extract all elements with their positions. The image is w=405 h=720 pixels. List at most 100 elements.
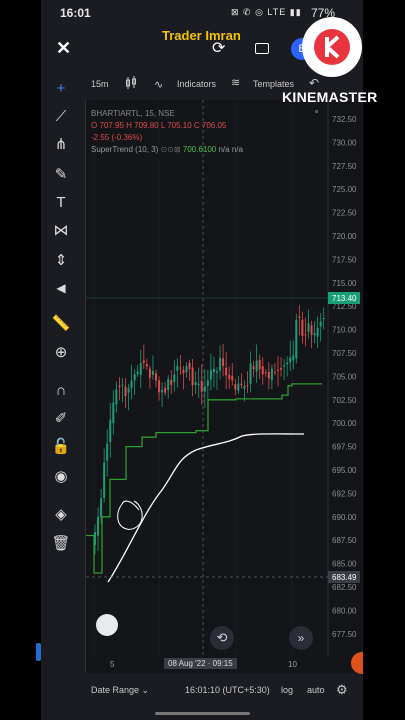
candle-body <box>258 360 261 370</box>
candle-body <box>240 383 243 386</box>
candle-body <box>106 443 109 461</box>
indicators-button[interactable]: Indicators <box>177 79 216 89</box>
pitchfork-icon[interactable]: ⋔ <box>50 134 72 156</box>
magnet-icon[interactable]: ∩ <box>50 380 72 402</box>
layers-icon[interactable]: ◈ <box>50 504 72 526</box>
ohlc-values: O 707.95 H 709.80 L 705.10 C 706.05 <box>91 121 227 130</box>
price-axis: 732.50 730.00 727.50 725.00 722.50 720.00 717.… <box>332 115 357 639</box>
candle-body <box>237 383 240 391</box>
candle-body <box>173 374 176 382</box>
price-tick-label: 702.50 <box>332 396 357 405</box>
candle-body <box>252 366 255 370</box>
candle-body <box>310 325 313 335</box>
trend-line-icon[interactable]: ⟋ <box>50 106 72 128</box>
candle-body <box>161 389 164 393</box>
price-tick-label: 687.50 <box>332 536 357 545</box>
candle-body <box>167 379 170 390</box>
price-tick-label: 720.00 <box>332 232 357 241</box>
log-scale-toggle[interactable]: log <box>281 685 293 695</box>
price-tick-label: 717.50 <box>332 255 357 264</box>
kinemaster-watermark: KINEMASTER <box>282 89 378 105</box>
trash-icon[interactable]: 🗑 <box>50 533 72 555</box>
reset-chart-button[interactable]: ⟲ <box>210 626 234 650</box>
price-tick-label: 692.50 <box>332 489 357 498</box>
indicator-value: 700.6100 <box>182 145 217 154</box>
scroll-to-realtime-button[interactable]: » <box>289 626 313 650</box>
candle-body <box>127 388 130 393</box>
legend-menu-icon[interactable] <box>315 110 318 113</box>
date-range-label: Date Range <box>91 685 140 695</box>
templates-icon[interactable]: ≋ <box>231 76 240 89</box>
date-range-button[interactable]: Date Range ⌄ <box>91 685 149 696</box>
zoom-in-icon[interactable]: ⊕ <box>50 342 72 364</box>
chart-clock[interactable]: 16:01:10 (UTC+5:30) <box>185 685 270 695</box>
candle-body <box>148 368 151 378</box>
tradingview-logo <box>96 614 118 636</box>
candle-body <box>316 327 319 337</box>
candle-body <box>121 384 124 386</box>
candle-body <box>182 369 185 374</box>
supertrend-legend[interactable]: SuperTrend (10, 3) ⊙⊙⊠ 700.6100 n/a n/a <box>91 144 243 156</box>
candle-body <box>139 363 142 375</box>
candle-body <box>231 375 234 381</box>
time-axis[interactable]: 5 08 Aug '22 · 09:15 10 <box>86 657 362 673</box>
side-panel-handle[interactable] <box>36 643 41 661</box>
text-tool-icon[interactable]: T <box>50 192 72 214</box>
status-time: 16:01 <box>60 6 91 20</box>
crosshair-time-label: 08 Aug '22 · 09:15 <box>164 658 237 669</box>
kinemaster-k-icon <box>314 29 350 65</box>
candle-body <box>225 367 228 376</box>
price-tick-label: 715.00 <box>332 279 357 288</box>
unlock-icon[interactable]: 🔓 <box>50 436 72 458</box>
chart-canvas[interactable]: 732.50 730.00 727.50 725.00 722.50 720.00 717.… <box>86 100 362 673</box>
candle-body <box>295 319 298 359</box>
gear-icon[interactable]: ⚙ <box>336 682 348 698</box>
candle-body <box>176 365 179 371</box>
undo-icon[interactable]: ↶ <box>309 76 319 90</box>
candle-body <box>322 318 325 320</box>
drawing-toolbar: + ⟋ ⋔ ✎ T ⋈ ⇕ ◀ 📏 ⊕ ∩ ✐ 🔓 ◉ ◈ 🗑 <box>41 72 81 572</box>
candle-body <box>191 367 194 386</box>
pattern-icon[interactable]: ⋈ <box>50 220 72 242</box>
candle-body <box>142 360 145 363</box>
measure-icon[interactable]: ⇕ <box>50 250 72 272</box>
candle-body <box>115 389 118 405</box>
indicator-na: n/a n/a <box>218 145 243 154</box>
price-tick-label: 700.00 <box>332 419 357 428</box>
price-tick-label: 725.00 <box>332 185 357 194</box>
candle-body <box>188 362 191 369</box>
supertrend-line <box>86 383 322 574</box>
refresh-icon[interactable]: ⟳ <box>212 38 225 58</box>
candle-body <box>249 363 252 384</box>
price-chart[interactable]: 732.50 730.00 727.50 725.00 722.50 720.00 717.… <box>85 100 362 673</box>
fullscreen-icon[interactable] <box>255 43 269 54</box>
candlestick-icon[interactable] <box>125 76 137 90</box>
lock-drawing-icon[interactable]: ✐ <box>50 408 72 430</box>
video-overlay-title: Trader Imran <box>162 28 241 43</box>
close-icon[interactable]: ✕ <box>56 38 71 59</box>
trading-app: 16:01 ⊠ ✆ ◎ LTE ▮▮ 77% ✕ Trader Imran ⟳ … <box>41 0 363 720</box>
candle-body <box>100 498 103 517</box>
indicator-controls-icon[interactable]: ⊙⊙⊠ <box>161 145 181 154</box>
crosshair-icon[interactable]: + <box>50 78 72 100</box>
candle-body <box>97 516 100 536</box>
candle-body <box>219 357 222 371</box>
collapse-arrow-icon[interactable]: ◀ <box>50 277 72 299</box>
gesture-bar[interactable] <box>155 712 250 715</box>
candle-body <box>200 380 203 392</box>
eye-icon[interactable]: ◉ <box>50 466 72 488</box>
candle-body <box>319 321 322 327</box>
symbol-label[interactable]: BHARTIARTL, 15, NSE <box>91 108 243 120</box>
timeframe-button[interactable]: 15m <box>91 79 109 89</box>
candle-body <box>118 385 121 388</box>
templates-button[interactable]: Templates <box>253 79 294 89</box>
status-icons: ⊠ ✆ ◎ LTE ▮▮ <box>231 7 302 17</box>
indicators-icon[interactable]: ∿ <box>154 78 163 91</box>
candle-body <box>103 462 106 499</box>
candle-body <box>155 373 157 381</box>
auto-scale-toggle[interactable]: auto <box>307 685 325 695</box>
candle-body <box>234 384 237 390</box>
candle-body <box>243 385 246 389</box>
ruler-icon[interactable]: 📏 <box>50 313 72 335</box>
brush-icon[interactable]: ✎ <box>50 164 72 186</box>
